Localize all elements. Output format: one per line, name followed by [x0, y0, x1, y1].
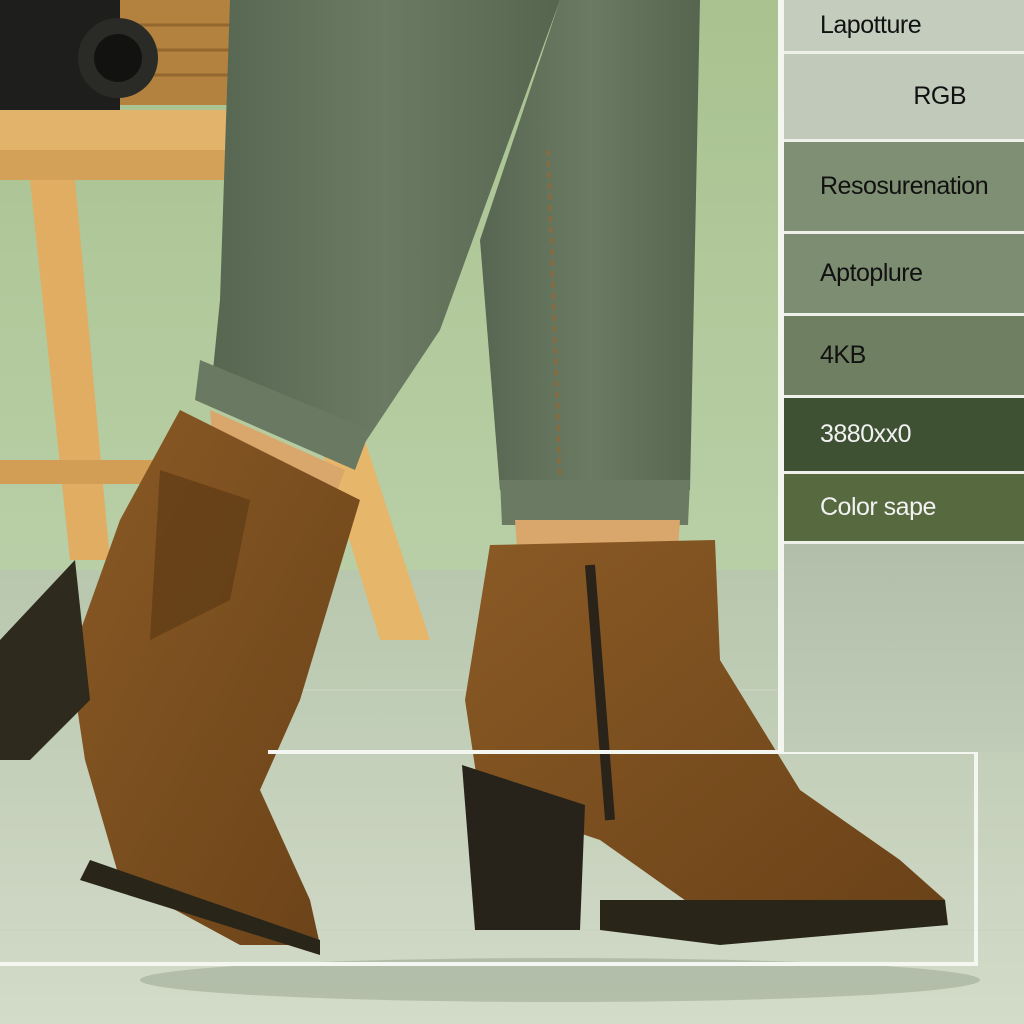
- meta-row-label: Lapotture: [820, 11, 922, 39]
- meta-row-aperture[interactable]: Lapotture: [784, 0, 1024, 54]
- meta-row-file-size[interactable]: 4KB: [784, 316, 1024, 398]
- meta-row-label: 4KB: [820, 341, 866, 369]
- meta-row-dimensions[interactable]: 3880xx0: [784, 398, 1024, 474]
- meta-row-label: Aptoplure: [820, 259, 923, 287]
- meta-row-color-space[interactable]: Color sape: [784, 474, 1024, 544]
- meta-row-resolution[interactable]: Resosurenation: [784, 142, 1024, 234]
- meta-row-label: 3880xx0: [820, 420, 912, 448]
- meta-row-label: Resosurenation: [820, 172, 989, 200]
- jeans-right-cuff: [500, 480, 690, 525]
- meta-row-label: RGB: [913, 82, 966, 110]
- meta-row-label: Color sape: [820, 493, 936, 521]
- meta-row-aperture-2[interactable]: Aptoplure: [784, 234, 1024, 316]
- meta-row-color-mode[interactable]: RGB: [784, 54, 1024, 142]
- metadata-panel: Lapotture RGB Resosurenation Aptoplure 4…: [780, 0, 1024, 752]
- crop-frame-bottom-edge[interactable]: [0, 962, 978, 966]
- crop-frame-right-edge[interactable]: [974, 750, 978, 966]
- meta-row-empty: [784, 544, 1024, 752]
